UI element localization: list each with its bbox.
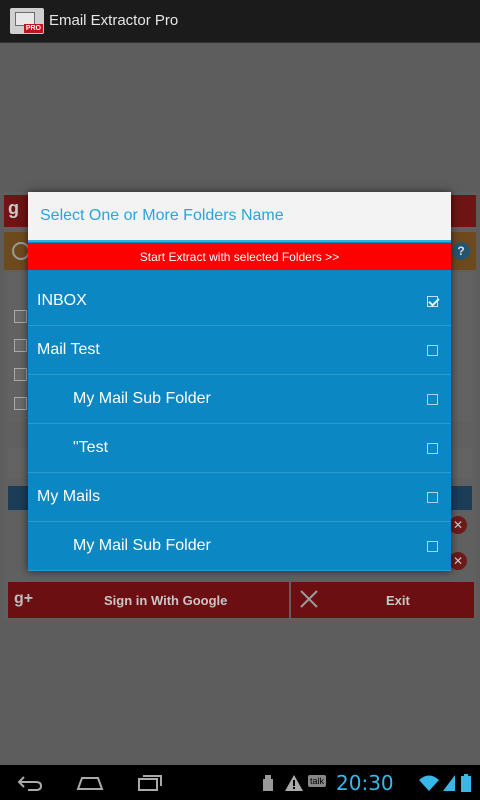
warning-icon bbox=[285, 775, 303, 791]
folder-row[interactable]: Mail Test bbox=[28, 327, 451, 375]
start-extract-button[interactable]: Start Extract with selected Folders >> bbox=[28, 243, 451, 270]
talk-icon: talk bbox=[308, 775, 327, 787]
dialog-header: Select One or More Folders Name bbox=[28, 192, 451, 242]
folder-row[interactable]: "Test bbox=[28, 425, 451, 473]
folder-checkbox[interactable] bbox=[427, 541, 438, 552]
dialog-title: Select One or More Folders Name bbox=[40, 207, 284, 224]
usb-icon bbox=[263, 775, 273, 791]
remove-icon[interactable]: ✕ bbox=[449, 516, 467, 534]
folder-checkbox[interactable] bbox=[427, 296, 438, 307]
folder-row[interactable]: My Mail Sub Folder bbox=[28, 376, 451, 424]
title-bar: PRO Email Extractor Pro bbox=[0, 0, 480, 43]
option-checkbox[interactable] bbox=[14, 397, 27, 410]
bottom-actions: g+ Sign in With Google Exit bbox=[8, 582, 474, 618]
folder-checkbox[interactable] bbox=[427, 394, 438, 405]
system-navigation-bar: talk 20:30 bbox=[0, 765, 480, 800]
folder-row[interactable]: My Mails bbox=[28, 474, 451, 522]
app-title: Email Extractor Pro bbox=[49, 12, 179, 29]
exit-label: Exit bbox=[386, 593, 410, 608]
exit-button[interactable]: Exit bbox=[291, 582, 474, 618]
home-icon[interactable] bbox=[76, 773, 104, 793]
sign-in-label: Sign in With Google bbox=[104, 593, 228, 608]
remove-icon[interactable]: ✕ bbox=[449, 552, 467, 570]
folder-name: My Mail Sub Folder bbox=[73, 390, 211, 407]
option-checkbox[interactable] bbox=[14, 339, 27, 352]
folder-checkbox[interactable] bbox=[427, 345, 438, 356]
clock: 20:30 bbox=[336, 771, 394, 795]
folder-name: "Test bbox=[73, 439, 109, 456]
close-icon bbox=[300, 590, 318, 608]
recent-apps-icon[interactable] bbox=[136, 773, 164, 793]
folder-name: My Mails bbox=[37, 488, 101, 505]
folder-checkbox[interactable] bbox=[427, 492, 438, 503]
folder-row[interactable]: My Mail Sub Folder bbox=[28, 523, 451, 571]
back-icon[interactable] bbox=[16, 773, 44, 793]
help-icon[interactable]: ? bbox=[452, 242, 470, 260]
sign-in-google-button[interactable]: g+ Sign in With Google bbox=[8, 582, 289, 618]
folder-name: INBOX bbox=[37, 292, 87, 309]
wifi-icon bbox=[419, 775, 439, 791]
folder-checkbox[interactable] bbox=[427, 443, 438, 454]
battery-icon bbox=[461, 774, 471, 792]
pro-badge: PRO bbox=[23, 24, 43, 33]
option-checkbox[interactable] bbox=[14, 310, 27, 323]
app-icon: PRO bbox=[10, 8, 44, 34]
folder-row[interactable]: INBOX bbox=[28, 278, 451, 326]
folder-name: Mail Test bbox=[37, 341, 100, 358]
signal-icon bbox=[443, 775, 455, 791]
folder-name: My Mail Sub Folder bbox=[73, 537, 211, 554]
google-plus-icon: g+ bbox=[14, 590, 34, 607]
option-checkbox[interactable] bbox=[14, 368, 27, 381]
